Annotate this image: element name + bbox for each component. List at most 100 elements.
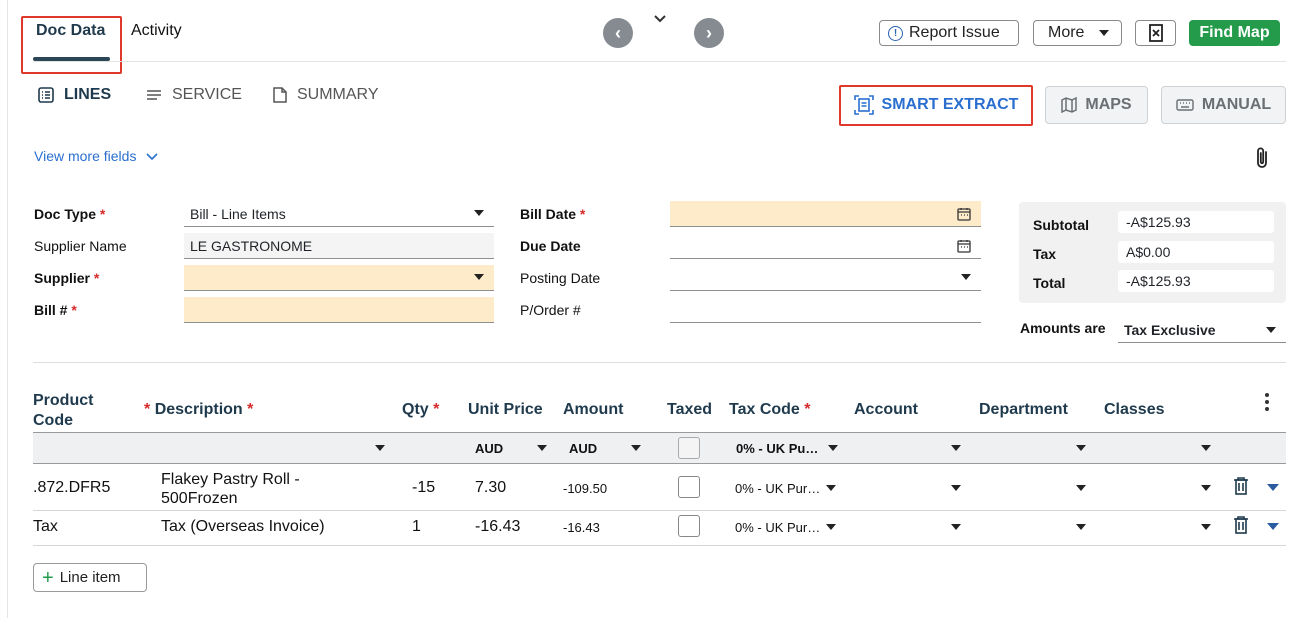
unit-price-currency-select[interactable]: AUD	[475, 441, 503, 456]
caret-down-icon	[961, 274, 971, 280]
row2-account-caret-icon[interactable]	[951, 524, 961, 530]
taxed-filter-checkbox[interactable]	[678, 437, 700, 459]
delete-document-button[interactable]	[1135, 20, 1176, 46]
column-options-button[interactable]	[1264, 392, 1270, 415]
tab-activity[interactable]: Activity	[131, 22, 182, 40]
bill-number-input[interactable]	[184, 297, 494, 323]
subtab-lines-label: LINES	[64, 86, 112, 103]
caret-down-icon[interactable]	[826, 485, 836, 491]
row2-tax-code-select[interactable]: 0% - UK Pur…	[735, 520, 820, 535]
caret-down-icon	[1099, 30, 1109, 36]
col-department[interactable]: Department	[979, 401, 1068, 419]
col-product-code[interactable]: Product Code	[33, 391, 93, 431]
highlight-box-smart-extract	[839, 85, 1033, 126]
tax-value: A$0.00	[1118, 241, 1274, 263]
list-icon	[38, 87, 54, 103]
more-dropdown[interactable]: More	[1033, 20, 1122, 46]
row1-amount[interactable]: -109.50	[563, 481, 607, 496]
caret-down-icon[interactable]	[828, 445, 838, 451]
row2-expand-icon[interactable]	[1267, 523, 1279, 530]
row-divider	[33, 510, 1286, 511]
bill-date-input[interactable]	[670, 201, 981, 227]
row1-unit-price[interactable]: 7.30	[475, 479, 506, 497]
row1-description[interactable]: Flakey Pastry Roll - 500Frozen	[161, 470, 300, 508]
subtab-service-label: SERVICE	[172, 86, 242, 103]
row2-qty[interactable]: 1	[412, 518, 421, 536]
map-icon	[1061, 97, 1078, 113]
col-taxed[interactable]: Taxed	[667, 401, 712, 419]
subtab-summary[interactable]: SUMMARY	[273, 86, 379, 104]
manual-label: MANUAL	[1201, 96, 1272, 113]
row1-tax-code-select[interactable]: 0% - UK Pur…	[735, 481, 820, 496]
row1-taxed-checkbox[interactable]	[678, 476, 700, 498]
description-filter-caret-icon[interactable]	[375, 445, 385, 451]
menu-icon	[147, 90, 161, 100]
col-account[interactable]: Account	[854, 401, 918, 419]
tax-code-filter-select[interactable]: 0% - UK Pu…	[736, 441, 818, 456]
subtab-service[interactable]: SERVICE	[146, 86, 242, 104]
row2-department-caret-icon[interactable]	[1076, 524, 1086, 530]
row2-classes-caret-icon[interactable]	[1201, 524, 1211, 530]
row1-delete-button[interactable]	[1233, 477, 1249, 498]
row2-taxed-checkbox[interactable]	[678, 515, 700, 537]
report-issue-button[interactable]: ! Report Issue	[879, 20, 1019, 46]
supplier-select[interactable]	[184, 265, 494, 291]
row2-amount[interactable]: -16.43	[563, 520, 600, 535]
more-label: More	[1048, 24, 1085, 41]
find-map-button[interactable]: Find Map	[1189, 20, 1280, 46]
row2-product-code[interactable]: Tax	[33, 518, 58, 536]
view-more-fields-link[interactable]: View more fields	[34, 148, 158, 164]
maps-label: MAPS	[1085, 96, 1132, 113]
caret-down-icon[interactable]	[826, 524, 836, 530]
collapse-toggle[interactable]	[653, 11, 667, 27]
calendar-icon[interactable]	[957, 207, 971, 221]
calendar-icon[interactable]	[957, 239, 971, 253]
doc-type-select[interactable]: Bill - Line Items	[184, 201, 494, 227]
account-filter-caret-icon[interactable]	[951, 445, 961, 451]
col-classes[interactable]: Classes	[1104, 401, 1165, 419]
supplier-name-input[interactable]: LE GASTRONOME	[184, 233, 494, 259]
next-document-button[interactable]: ›	[694, 18, 724, 48]
subtotal-label: Subtotal	[1033, 217, 1089, 233]
row2-unit-price[interactable]: -16.43	[475, 518, 520, 536]
bill-date-label: Bill Date *	[520, 206, 586, 222]
manual-button[interactable]: MANUAL	[1161, 86, 1286, 124]
row1-expand-icon[interactable]	[1267, 484, 1279, 491]
row1-account-caret-icon[interactable]	[951, 485, 961, 491]
amounts-are-select[interactable]: Tax Exclusive	[1118, 318, 1286, 343]
row1-department-caret-icon[interactable]	[1076, 485, 1086, 491]
classes-filter-caret-icon[interactable]	[1201, 445, 1211, 451]
maps-button[interactable]: MAPS	[1045, 86, 1148, 124]
col-description[interactable]: * Description *	[144, 401, 253, 419]
left-border	[7, 0, 8, 618]
subtab-lines[interactable]: LINES	[38, 86, 111, 104]
row1-qty[interactable]: -15	[412, 479, 435, 497]
attachment-button[interactable]	[1255, 146, 1269, 173]
col-amount[interactable]: Amount	[563, 401, 623, 419]
row2-description[interactable]: Tax (Overseas Invoice)	[161, 518, 325, 536]
row2-delete-button[interactable]	[1233, 516, 1249, 537]
posting-date-select[interactable]	[670, 265, 981, 291]
caret-down-icon[interactable]	[631, 445, 641, 451]
add-line-item-label: Line item	[59, 569, 121, 586]
report-issue-label: Report Issue	[909, 24, 1000, 41]
caret-down-icon[interactable]	[537, 445, 547, 451]
add-line-item-button[interactable]: + Line item	[33, 563, 147, 592]
caret-down-icon	[474, 210, 484, 216]
po-number-input[interactable]	[670, 297, 981, 323]
col-qty[interactable]: Qty *	[402, 401, 439, 419]
subtotal-value: -A$125.93	[1118, 211, 1274, 233]
supplier-name-label: Supplier Name	[34, 238, 127, 254]
bill-number-label: Bill # *	[34, 302, 77, 318]
paperclip-icon	[1257, 147, 1267, 168]
col-tax-code[interactable]: Tax Code *	[729, 401, 811, 419]
col-unit-price[interactable]: Unit Price	[468, 401, 543, 419]
due-date-input[interactable]	[670, 233, 981, 259]
row1-classes-caret-icon[interactable]	[1201, 485, 1211, 491]
po-number-label: P/Order #	[520, 302, 581, 318]
row1-product-code[interactable]: .872.DFR5	[33, 479, 110, 497]
amount-currency-select[interactable]: AUD	[569, 441, 597, 456]
prev-document-button[interactable]: ‹	[603, 18, 633, 48]
department-filter-caret-icon[interactable]	[1076, 445, 1086, 451]
section-divider	[33, 362, 1286, 363]
